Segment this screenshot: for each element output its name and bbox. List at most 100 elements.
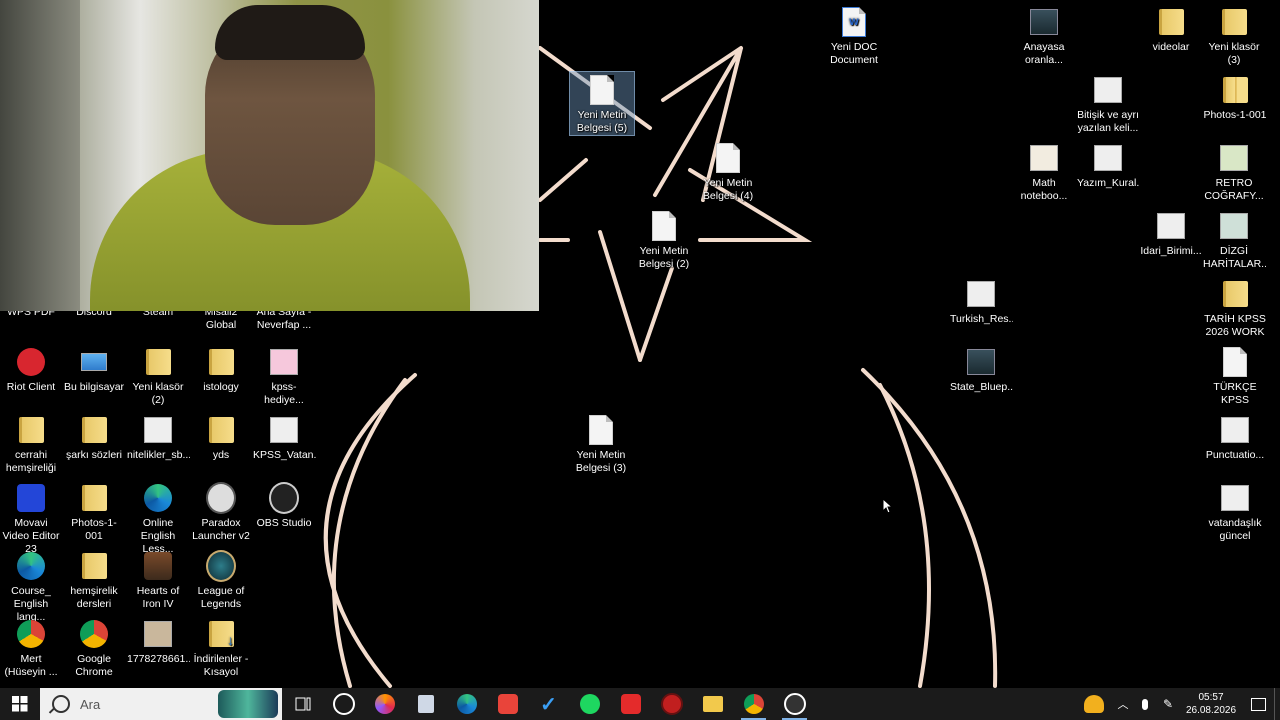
desktop-icon-league-of-legends[interactable]: League of Legends [189, 548, 253, 611]
desktop-icon-label: Photos-1-001 [1203, 109, 1267, 121]
desktop-icon-label: TÜRKÇE KPSS [1213, 381, 1257, 406]
image-thumbnail-icon [1220, 415, 1250, 445]
desktop-icon-kpss-hediye[interactable]: kpss-hediye... [252, 344, 316, 407]
desktop-icon-indirilenler[interactable]: ↓ İndirilenler - Kısayol [189, 616, 253, 679]
desktop-icon-photos-left[interactable]: Photos-1-001 [62, 480, 126, 543]
desktop-icon-istology[interactable]: istology [189, 344, 253, 394]
desktop-icon-yeni-klasor-2[interactable]: Yeni klasör (2) [126, 344, 190, 407]
image-thumbnail-icon [1029, 143, 1059, 173]
desktop-icon-yeni-metin-belgesi-2[interactable]: Yeni Metin Belgesi (2) [632, 208, 696, 271]
microphone-button[interactable] [1134, 688, 1156, 720]
desktop-icon-punctuation[interactable]: Punctuatio... [1202, 412, 1268, 462]
desktop-icon-label: Yeni Metin Belgesi (3) [575, 449, 627, 474]
checkmark-icon: ✓ [540, 693, 557, 716]
desktop-icon-sarki-sozleri[interactable]: şarkı sözleri [62, 412, 126, 462]
desktop-icon-yazim-kural[interactable]: Yazım_Kural... [1076, 140, 1140, 190]
desktop-icon-riot-client[interactable]: Riot Client [0, 344, 63, 394]
word-document-icon: W [839, 7, 869, 37]
desktop-icon-course-english[interactable]: Course_ English lang... [0, 548, 63, 624]
desktop-icon-idari-birimi[interactable]: Idari_Birimi... [1139, 208, 1203, 258]
windows-logo-icon [12, 696, 28, 712]
movavi-icon [16, 483, 46, 513]
folder-icon [1219, 7, 1249, 37]
desktop-icon-label: İndirilenler - Kısayol [193, 653, 249, 678]
taskbar-riot[interactable] [651, 688, 692, 720]
desktop-icon-label: 1778278661... [127, 653, 190, 665]
desktop-icon-yeni-metin-belgesi-4[interactable]: Yeni Metin Belgesi (4) [696, 140, 760, 203]
show-desktop-button[interactable] [1274, 688, 1280, 720]
edge-icon [16, 551, 46, 581]
chrome-icon [79, 619, 109, 649]
desktop-icon-bu-bilgisayar[interactable]: Bu bilgisayar [62, 344, 126, 394]
desktop-icon-yeni-metin-belgesi-3[interactable]: Yeni Metin Belgesi (3) [569, 412, 633, 475]
downloads-folder-icon: ↓ [206, 619, 236, 649]
desktop-icon-hearts-of-iron[interactable]: Hearts of Iron IV [126, 548, 190, 611]
taskbar-app-red[interactable] [487, 688, 528, 720]
desktop-icon-bitisik[interactable]: Bitişik ve ayrı yazılan keli... [1076, 72, 1140, 135]
desktop-icon-obs-studio[interactable]: OBS Studio [252, 480, 316, 530]
taskbar-spotify[interactable] [569, 688, 610, 720]
taskbar-chrome[interactable] [733, 688, 774, 720]
desktop-icon-1778278661[interactable]: 1778278661... [126, 616, 190, 666]
desktop-icon-label: Bu bilgisayar [63, 381, 125, 393]
webcam-background [0, 0, 80, 311]
taskbar-obs[interactable] [774, 688, 815, 720]
desktop-icon-anayasa[interactable]: Anayasa oranla... [1012, 4, 1076, 67]
desktop-icon-retro-cografya[interactable]: RETRO COĞRAFY... [1202, 140, 1266, 203]
desktop-icon-tarih-kpss[interactable]: TARİH KPSS 2026 WORK [1202, 276, 1268, 339]
desktop-icon-yeni-metin-belgesi-5[interactable]: Yeni Metin Belgesi (5) [569, 71, 635, 136]
taskbar-edge[interactable] [446, 688, 487, 720]
desktop-icon-label: Yeni DOC Document [830, 41, 878, 66]
desktop-icon-turkce-kpss[interactable]: TÜRKÇE KPSS [1202, 344, 1268, 407]
taskbar-file-explorer[interactable] [692, 688, 733, 720]
desktop-icon-movavi[interactable]: Movavi Video Editor 23 [0, 480, 63, 556]
desktop-icon-nitelikler[interactable]: nitelikler_sb... [126, 412, 190, 462]
taskbar-chatgpt[interactable] [323, 688, 364, 720]
pen-button[interactable]: ✎ [1156, 688, 1180, 720]
desktop-icon-yeni-klasor-3[interactable]: Yeni klasör (3) [1202, 4, 1266, 67]
zip-folder-icon [1220, 279, 1250, 309]
desktop-icon-turkish-res[interactable]: Turkish_Res... [949, 276, 1013, 326]
desktop-icon-mert-chrome[interactable]: Mert (Hüseyin ... [0, 616, 63, 679]
weather-moon-icon [1084, 695, 1104, 713]
clock-date: 26.08.2026 [1185, 705, 1237, 716]
desktop-icon-hemsirelik[interactable]: hemşirelik dersleri [62, 548, 126, 611]
desktop-icon-yeni-doc-document[interactable]: W Yeni DOC Document [822, 4, 886, 67]
desktop-icon-math-notebook[interactable]: Math noteboo... [1012, 140, 1076, 203]
zip-folder-icon [79, 483, 109, 513]
taskbar-firefox[interactable] [364, 688, 405, 720]
desktop-icon-label: videolar [1152, 41, 1190, 53]
desktop-icon-label: hemşirelik dersleri [70, 585, 118, 610]
desktop-icon-online-english[interactable]: Online English Less... [126, 480, 190, 556]
desktop-icon-cerrahi[interactable]: cerrahi hemşireliği [0, 412, 63, 475]
search-box[interactable]: Ara [40, 688, 282, 720]
desktop-icon-kpss-vatan[interactable]: KPSS_Vatan... [252, 412, 316, 462]
show-hidden-icons-button[interactable]: ︿ [1112, 688, 1134, 720]
taskbar-wps[interactable] [610, 688, 651, 720]
desktop-icon-videolar[interactable]: videolar [1139, 4, 1203, 54]
folder-icon [79, 551, 109, 581]
image-thumbnail-icon [269, 347, 299, 377]
desktop-icon-label: RETRO COĞRAFY... [1204, 177, 1264, 202]
taskbar-notepad[interactable] [405, 688, 446, 720]
desktop-icon-paradox[interactable]: Paradox Launcher v2 [189, 480, 253, 543]
taskbar-todo[interactable]: ✓ [528, 688, 569, 720]
notifications-button[interactable] [1242, 688, 1274, 720]
desktop-icon-state-blueprint[interactable]: State_Bluep... [949, 344, 1013, 394]
desktop-icon-label: Yazım_Kural... [1077, 177, 1140, 189]
weather-button[interactable] [1076, 688, 1112, 720]
image-thumbnail-icon [269, 415, 299, 445]
desktop-icon-dizgi-haritalar[interactable]: DİZGİ HARİTALAR... [1202, 208, 1266, 271]
start-button[interactable] [0, 688, 40, 720]
desktop-icon-google-chrome[interactable]: Google Chrome [62, 616, 126, 679]
folder-icon [206, 415, 236, 445]
desktop-icon-vatandaslik[interactable]: vatandaşlık güncel [1202, 480, 1268, 543]
clock[interactable]: 05:57 26.08.2026 [1180, 691, 1242, 717]
desktop-icon-label: Google Chrome [75, 653, 113, 678]
desktop-icon-yds[interactable]: yds [189, 412, 253, 462]
notepad-icon [417, 695, 434, 713]
folder-icon [16, 415, 46, 445]
task-view-button[interactable] [282, 688, 323, 720]
desktop-icon-photos-right[interactable]: Photos-1-001 [1202, 72, 1268, 122]
desktop-icon-label: TARİH KPSS 2026 WORK [1204, 313, 1266, 338]
